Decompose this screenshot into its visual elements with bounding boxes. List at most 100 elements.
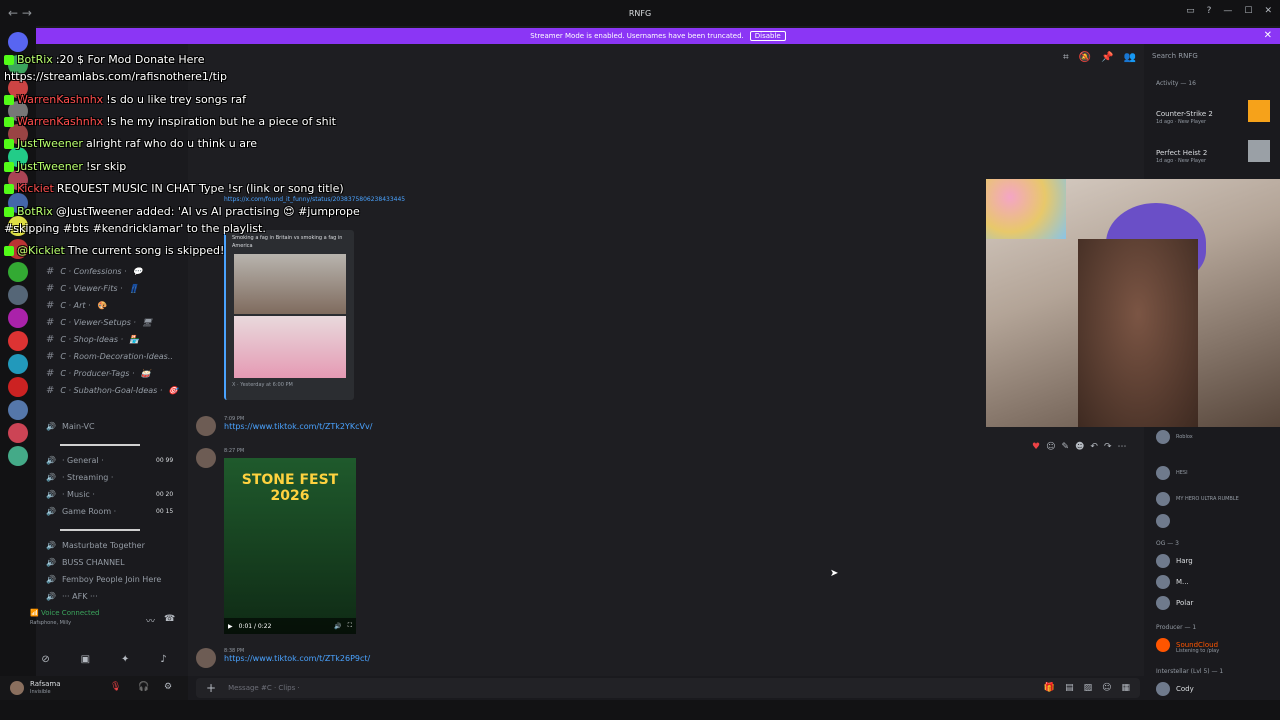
message-time: 8:27 PM [224, 448, 245, 454]
volume-slider[interactable] [60, 529, 140, 531]
edit-icon[interactable]: ✎ [1061, 442, 1069, 452]
server-icon[interactable] [8, 400, 28, 420]
home-icon[interactable] [8, 32, 28, 52]
server-icon[interactable] [8, 331, 28, 351]
inbox-icon[interactable]: ▭ [1186, 6, 1195, 16]
avatar[interactable] [196, 416, 216, 436]
hash-icon: # [46, 385, 55, 396]
maximize-icon[interactable]: ☐ [1244, 6, 1252, 16]
gif-icon[interactable]: ▤ [1065, 683, 1074, 693]
channel-item[interactable]: # C · Producer-Tags · 🥁 [46, 368, 151, 379]
member-item[interactable]: Polar [1156, 596, 1193, 610]
server-icon[interactable] [8, 262, 28, 282]
settings-gear-icon[interactable]: ⚙ [164, 682, 172, 692]
voice-channel[interactable]: 🔊 · Music · 00 20 [46, 490, 173, 499]
activity-game[interactable]: Counter-Strike 2 [1156, 110, 1213, 118]
member-item[interactable]: Cody [1156, 682, 1194, 696]
video-player[interactable]: STONE FEST 2026 ▶ 0:01 / 0:22 🔊 ⛶ [224, 458, 356, 634]
server-icon[interactable] [8, 354, 28, 374]
avatar[interactable] [10, 681, 24, 695]
decor-balloons [986, 179, 1066, 239]
help-icon[interactable]: ? [1207, 6, 1212, 16]
forward-icon[interactable]: ↷ [1104, 442, 1112, 452]
reply-icon[interactable]: ↶ [1090, 442, 1098, 452]
disable-button[interactable]: Disable [749, 31, 786, 41]
voice-channel[interactable]: 🔊 BUSS CHANNEL [46, 558, 125, 567]
channel-item[interactable]: # C · Subathon-Goal-Ideas · 🎯 [46, 385, 178, 396]
channel-item[interactable]: # C · Viewer-Setups · 🖥 [46, 317, 152, 328]
member-item[interactable]: MY HERO ULTRA RUMBLE [1156, 492, 1239, 506]
apps-icon[interactable]: ▦ [1121, 683, 1130, 693]
voice-channel[interactable]: 🔊 Femboy People Join Here [46, 575, 161, 584]
speaker-icon: 🔊 [46, 558, 56, 567]
channel-item[interactable]: # C · Room-Decoration-Ideas.. [46, 351, 179, 362]
voice-channel[interactable]: 🔊 Main-VC [46, 422, 95, 431]
server-icon[interactable] [8, 423, 28, 443]
fullscreen-icon[interactable]: ⛶ [348, 622, 356, 630]
gift-icon[interactable]: 🎁 [1044, 683, 1055, 693]
og-section-label: OG — 3 [1156, 540, 1180, 547]
member-item[interactable]: HESI [1156, 466, 1188, 480]
add-reaction-icon[interactable]: ☻ [1075, 442, 1084, 452]
close-banner-icon[interactable]: ✕ [1264, 30, 1272, 41]
noise-suppression-icon[interactable]: 〰 [146, 614, 155, 627]
hash-icon: # [46, 266, 55, 277]
username: Rafsama [30, 680, 61, 688]
member-item[interactable]: M... [1156, 575, 1189, 589]
sticker-icon[interactable]: ▨ [1084, 683, 1093, 693]
heart-reaction-icon[interactable]: ♥ [1032, 442, 1040, 452]
message-link[interactable]: https://x.com/found_it_funny/status/2038… [224, 196, 405, 203]
link-embed[interactable]: Smoking a fag in Britain vs smoking a fa… [224, 230, 354, 400]
member-item[interactable]: Harg [1156, 554, 1193, 568]
server-icon[interactable] [8, 308, 28, 328]
avatar[interactable] [196, 648, 216, 668]
member-item[interactable] [1156, 514, 1170, 528]
close-window-icon[interactable]: ✕ [1264, 6, 1272, 16]
avatar[interactable] [196, 448, 216, 468]
volume-icon[interactable]: 🔊 [334, 623, 341, 630]
voice-channel[interactable]: 🔊 ··· AFK ··· [46, 592, 98, 601]
message-link[interactable]: https://www.tiktok.com/t/ZTk26P9ct/ [224, 654, 370, 663]
voice-channel[interactable]: 🔊 Masturbate Together [46, 541, 145, 550]
mute-icon[interactable]: 🎙 [110, 682, 121, 692]
activity-game[interactable]: Perfect Heist 2 [1156, 149, 1207, 157]
voice-channel[interactable]: 🔊 · General · 00 99 [46, 456, 173, 465]
volume-slider[interactable] [60, 444, 140, 446]
message-link[interactable]: https://www.tiktok.com/t/ZTk2YKcVv/ [224, 422, 372, 431]
reaction-icon[interactable]: ☺ [1046, 442, 1055, 452]
search-input[interactable]: Search RNFG [1152, 52, 1274, 64]
hash-icon: # [46, 317, 55, 328]
notification-bell-icon[interactable]: 🔕 [1079, 52, 1091, 63]
add-attachment-icon[interactable]: + [206, 681, 216, 695]
channel-item[interactable]: # C · Viewer-Fits · 👖 [46, 283, 139, 294]
screen-share-icon[interactable]: ▣ [81, 654, 90, 665]
avatar [1156, 466, 1170, 480]
minimize-icon[interactable]: — [1223, 6, 1232, 16]
signal-icon: 📶 [30, 609, 39, 617]
disconnect-icon[interactable]: ☎ [164, 614, 175, 624]
threads-icon[interactable]: ⌗ [1063, 52, 1069, 63]
producer-section-label: Producer — 1 [1156, 624, 1197, 631]
chat-line: #skipping #bts #kendricklamar' to the pl… [4, 222, 266, 235]
member-item[interactable]: Roblox [1156, 430, 1193, 444]
members-icon[interactable]: 👥 [1124, 52, 1136, 63]
emoji-icon[interactable]: ☺ [1102, 683, 1111, 693]
user-status: Invisible [30, 689, 51, 695]
pin-icon[interactable]: 📌 [1101, 52, 1113, 63]
channel-item[interactable]: # C · Shop-Ideas · 🏪 [46, 334, 139, 345]
server-icon[interactable] [8, 446, 28, 466]
channel-item[interactable]: # C · Art · 🎨 [46, 300, 107, 311]
voice-channel[interactable]: 🔊 · Streaming · [46, 473, 113, 482]
server-icon[interactable] [8, 285, 28, 305]
voice-channel[interactable]: 🔊 Game Room · 00 15 [46, 507, 173, 516]
play-icon[interactable]: ▶ [228, 623, 233, 630]
streamer [1078, 239, 1198, 427]
deafen-icon[interactable]: 🎧 [138, 682, 149, 692]
more-icon[interactable]: ⋯ [1118, 442, 1127, 452]
server-icon[interactable] [8, 377, 28, 397]
soundboard-icon[interactable]: ♪ [160, 654, 166, 665]
channel-item[interactable]: # C · Confessions · 💬 [46, 266, 143, 277]
activities-icon[interactable]: ✦ [121, 654, 129, 665]
message-composer[interactable]: + Message #C · Clips · 🎁 ▤ ▨ ☺ ▦ [196, 678, 1140, 698]
camera-off-icon[interactable]: ⊘ [41, 654, 49, 665]
